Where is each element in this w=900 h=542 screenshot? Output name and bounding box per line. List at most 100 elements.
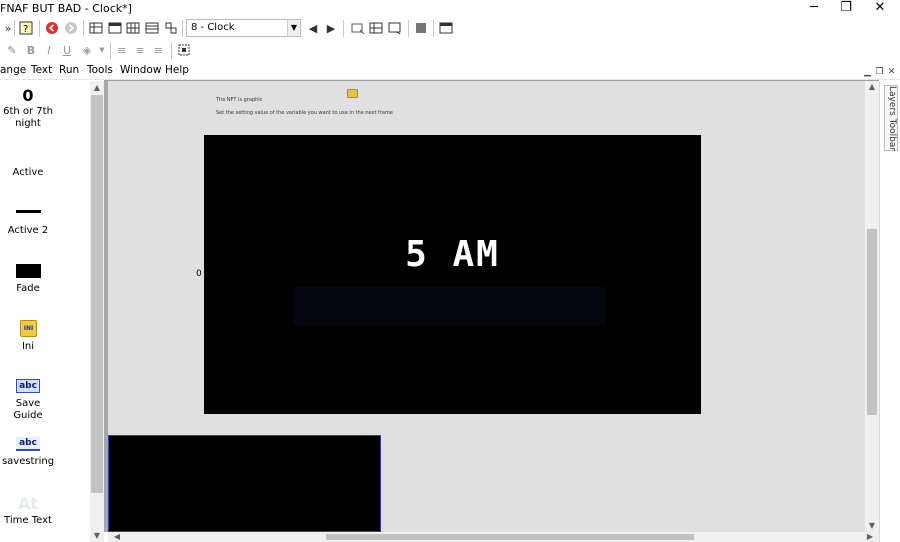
scroll-left-icon[interactable]: ◀ xyxy=(110,532,124,542)
object-item[interactable]: 0 6th or 7th night xyxy=(0,86,56,130)
ini-icon: INI xyxy=(0,318,56,341)
object-item[interactable]: Active xyxy=(0,147,56,179)
font-icon[interactable]: ✎ xyxy=(4,42,20,58)
grid-icon[interactable] xyxy=(368,20,384,36)
stop-icon[interactable] xyxy=(413,20,429,36)
frame-select-value: 8 - Clock xyxy=(191,22,235,33)
frame-select[interactable]: 8 - Clock ▼ xyxy=(186,19,301,37)
restore-button[interactable]: ❐ xyxy=(828,0,864,18)
frame-editor-icon[interactable] xyxy=(107,20,123,36)
object-label: Save Guide xyxy=(13,398,43,421)
align-right-icon[interactable]: ≡ xyxy=(150,42,166,58)
ini-icon-text: INI xyxy=(20,320,37,337)
menu-window[interactable]: Window xyxy=(120,64,161,76)
insert-object-icon[interactable] xyxy=(350,20,366,36)
event-list-icon[interactable] xyxy=(144,20,160,36)
object-item[interactable]: Fade xyxy=(0,263,56,295)
toolbar-separator xyxy=(182,20,183,37)
scrollbar-thumb[interactable] xyxy=(91,95,103,493)
scroll-up-icon[interactable]: ▲ xyxy=(90,83,104,92)
menu-text[interactable]: Text xyxy=(31,64,52,76)
mdi-close-icon[interactable]: ✕ xyxy=(886,67,897,77)
object-label: Ini xyxy=(21,341,35,352)
object-item[interactable]: At Time Text xyxy=(0,493,56,527)
forward-icon[interactable] xyxy=(63,20,79,36)
toolbar-separator xyxy=(110,42,111,59)
frame-area[interactable]: 5 AM xyxy=(204,135,701,414)
toolbar-separator xyxy=(433,20,434,37)
app-window: FNAF BUT BAD - Clock*] ─ ❐ ✕ » ? 8 - Clo… xyxy=(0,0,900,542)
object-label: Active 2 xyxy=(7,225,49,236)
clock-text[interactable]: 5 AM xyxy=(204,234,701,275)
editor-vertical-scrollbar[interactable]: ▲ ▼ xyxy=(865,81,879,532)
object-panel: 0 6th or 7th night Active Active 2 Fade … xyxy=(0,81,104,542)
align-center-icon[interactable]: ≡ xyxy=(132,42,148,58)
counter-icon: 0 xyxy=(22,86,34,105)
object-label: savestring xyxy=(1,456,55,467)
object-item[interactable]: abc savestring xyxy=(0,436,56,468)
window-title: FNAF BUT BAD - Clock*] xyxy=(0,2,132,15)
data-elements-icon[interactable] xyxy=(163,20,179,36)
bold-icon[interactable]: B xyxy=(23,42,39,58)
chevron-down-icon[interactable]: ▼ xyxy=(287,20,300,36)
storyboard-icon[interactable] xyxy=(88,20,104,36)
string-icon-text: abc xyxy=(16,437,40,451)
layers-toolbar-tab[interactable]: Layers Toolbar xyxy=(884,85,898,151)
svg-text:?: ? xyxy=(23,24,28,35)
object-item[interactable]: abc Save Guide xyxy=(0,378,56,422)
chevron-down-icon[interactable]: ▼ xyxy=(94,42,110,58)
back-icon[interactable] xyxy=(44,20,60,36)
toolbar-separator xyxy=(408,20,409,37)
active-icon xyxy=(0,147,56,167)
rectangle-icon xyxy=(0,263,56,283)
object-label: Fade xyxy=(16,283,40,294)
menu-run[interactable]: Run xyxy=(59,64,79,76)
scroll-down-icon[interactable]: ▼ xyxy=(90,531,104,540)
menu-help[interactable]: Help xyxy=(165,64,189,76)
menu-tools[interactable]: Tools xyxy=(87,64,113,76)
previous-frame-icon[interactable]: ◀ xyxy=(305,20,321,36)
layers-toolbar-label: Layers Toolbar xyxy=(887,86,897,152)
toolbar-separator xyxy=(14,20,15,37)
folder-icon[interactable] xyxy=(347,89,358,98)
event-editor-icon[interactable] xyxy=(125,20,141,36)
object-item[interactable]: INI Ini xyxy=(0,318,56,353)
selected-object[interactable] xyxy=(108,435,381,532)
scroll-right-icon[interactable]: ▶ xyxy=(863,532,877,542)
scrollbar-thumb[interactable] xyxy=(867,229,877,415)
calendar-icon[interactable] xyxy=(438,20,454,36)
object-item[interactable]: Active 2 xyxy=(0,205,56,237)
text-toolbar: ✎ B I U ◈ ▼ ≡ ≡ ≡ xyxy=(0,40,900,61)
scrollbar-thumb[interactable] xyxy=(326,534,694,540)
main-toolbar: » ? 8 - Clock ▼ ◀ ▶ xyxy=(0,18,900,39)
fit-icon[interactable] xyxy=(176,42,192,58)
scroll-down-icon[interactable]: ▼ xyxy=(865,521,879,530)
object-label: 6th or 7th night xyxy=(3,106,53,129)
editor-comment-1: The NFT is graphic xyxy=(216,97,263,103)
object-label: Active xyxy=(12,167,44,178)
editor-horizontal-scrollbar[interactable]: ◀ ▶ xyxy=(108,532,879,542)
next-frame-icon[interactable]: ▶ xyxy=(323,20,339,36)
minimize-button[interactable]: ─ xyxy=(796,0,832,18)
mdi-restore-icon[interactable]: ❐ xyxy=(874,67,885,77)
menu-arrange[interactable]: ange xyxy=(0,64,26,76)
fade-object[interactable] xyxy=(294,287,606,325)
counter-object[interactable]: 0 xyxy=(196,269,202,279)
string-icon-text: abc xyxy=(16,379,40,393)
close-button[interactable]: ✕ xyxy=(862,0,898,18)
fill-color-icon[interactable]: ◈ xyxy=(79,42,95,58)
underline-icon[interactable]: U xyxy=(59,42,75,58)
object-panel-scrollbar[interactable]: ▲ ▼ xyxy=(90,81,104,542)
scroll-up-icon[interactable]: ▲ xyxy=(865,82,879,91)
menu-bar: ange Text Run Tools Window Help ▁ ❐ ✕ xyxy=(0,61,900,80)
help-icon[interactable]: ? xyxy=(18,20,34,36)
toolbar-separator xyxy=(83,20,84,37)
snap-icon[interactable] xyxy=(387,20,403,36)
layers-toolbar-dock: Layers Toolbar xyxy=(879,81,900,542)
italic-icon[interactable]: I xyxy=(41,42,57,58)
align-left-icon[interactable]: ≡ xyxy=(114,42,130,58)
toolbar-separator xyxy=(39,20,40,37)
editor-comment-2: Set the setting value of the variable yo… xyxy=(216,110,393,116)
string-icon: abc xyxy=(0,378,56,398)
mdi-minimize-icon[interactable]: ▁ xyxy=(862,67,873,77)
